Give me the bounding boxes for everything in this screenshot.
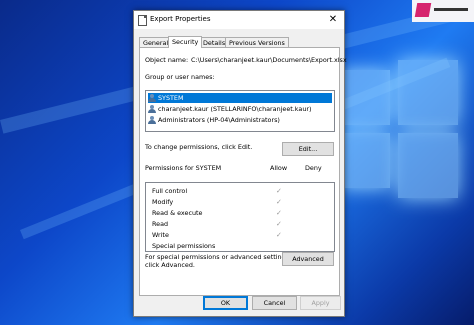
user-icon	[148, 105, 156, 113]
permission-name: Full control	[152, 187, 188, 195]
windows-logo-wallpaper	[340, 60, 460, 210]
permission-name: Write	[152, 231, 169, 239]
permission-row: Write ✓	[152, 230, 330, 240]
list-item[interactable]: SYSTEM	[148, 93, 332, 103]
allow-header: Allow	[270, 164, 288, 172]
window-title: Export Properties	[150, 15, 211, 23]
list-item-label: charanjeet.kaur (STELLARINFO\charanjeet.…	[158, 105, 312, 113]
brand-logo	[412, 0, 474, 22]
ok-button[interactable]: OK	[203, 296, 248, 310]
group-user-list[interactable]: SYSTEM charanjeet.kaur (STELLARINFO\char…	[145, 90, 335, 132]
list-item-label: Administrators (HP-04\Administrators)	[158, 116, 280, 124]
groups-label: Group or user names:	[145, 73, 215, 81]
permission-row: Read ✓	[152, 219, 330, 229]
permission-row: Full control ✓	[152, 186, 330, 196]
properties-dialog: Export Properties ✕ General Security Det…	[133, 10, 347, 317]
special-permissions-text-line2: click Advanced.	[145, 261, 195, 269]
permission-name: Special permissions	[152, 242, 216, 250]
allow-check-icon: ✓	[276, 187, 282, 195]
object-name-value: C:\Users\charanjeet.kaur\Documents\Expor…	[191, 56, 347, 64]
advanced-button[interactable]: Advanced	[282, 252, 334, 266]
permission-row: Modify ✓	[152, 197, 330, 207]
users-icon	[148, 116, 156, 124]
close-button[interactable]: ✕	[322, 11, 344, 29]
users-icon	[148, 94, 156, 102]
permission-name: Read	[152, 220, 169, 228]
change-permissions-text: To change permissions, click Edit.	[145, 143, 253, 151]
allow-check-icon: ✓	[276, 198, 282, 206]
tab-security[interactable]: Security	[168, 36, 203, 48]
allow-check-icon: ✓	[276, 231, 282, 239]
special-permissions-text: For special permissions or advanced sett…	[145, 253, 291, 261]
permissions-list: Full control ✓ Modify ✓ Read & execute ✓…	[145, 182, 335, 252]
permission-name: Modify	[152, 198, 174, 206]
allow-check-icon: ✓	[276, 209, 282, 217]
list-item[interactable]: charanjeet.kaur (STELLARINFO\charanjeet.…	[148, 104, 332, 114]
document-icon	[138, 15, 147, 26]
apply-button[interactable]: Apply	[300, 296, 341, 310]
permission-row: Read & execute ✓	[152, 208, 330, 218]
list-item[interactable]: Administrators (HP-04\Administrators)	[148, 115, 332, 125]
title-bar: Export Properties ✕	[134, 11, 344, 29]
list-item-label: SYSTEM	[158, 94, 184, 102]
deny-header: Deny	[305, 164, 322, 172]
permission-row: Special permissions	[152, 241, 330, 251]
permissions-label: Permissions for SYSTEM	[145, 164, 222, 172]
cancel-button[interactable]: Cancel	[252, 296, 297, 310]
edit-button[interactable]: Edit...	[282, 142, 334, 156]
object-name-label: Object name:	[145, 56, 189, 64]
allow-check-icon: ✓	[276, 220, 282, 228]
permission-name: Read & execute	[152, 209, 203, 217]
